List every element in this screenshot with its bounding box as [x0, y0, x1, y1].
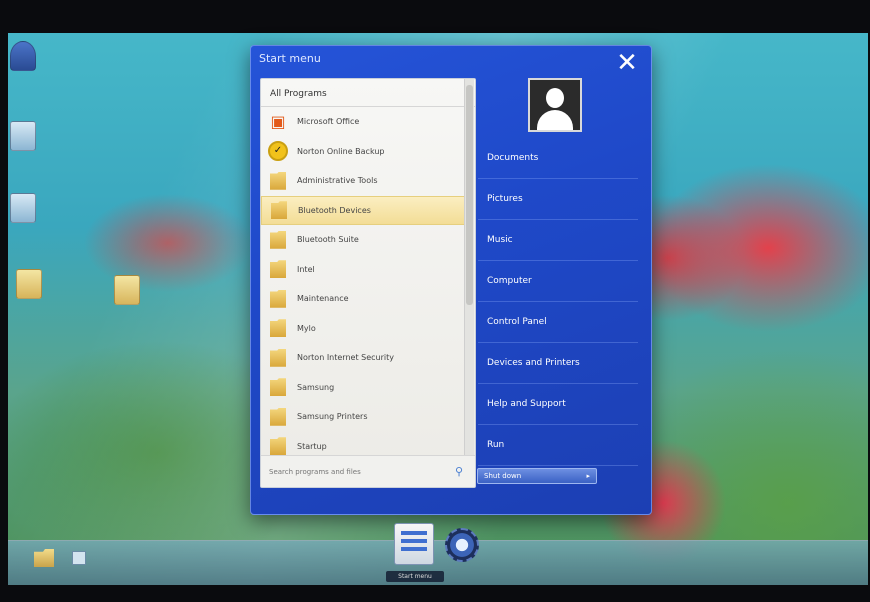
desktop-icon-recovery[interactable] — [8, 193, 58, 227]
search-box: ⚲ — [261, 455, 475, 487]
norton-shape: ✓ — [268, 141, 288, 162]
program-label: Microsoft Office — [297, 117, 360, 127]
program-item[interactable]: Intel — [261, 255, 465, 285]
program-label: Administrative Tools — [297, 176, 378, 186]
program-label: Bluetooth Suite — [297, 235, 359, 245]
folder-icon — [267, 229, 289, 251]
programs-list: ▣ Microsoft Office ✓ Norton Online Backup Ad… — [261, 107, 465, 461]
all-programs-header[interactable]: All Programs — [261, 79, 475, 107]
folder-icon — [268, 199, 290, 221]
search-input[interactable] — [269, 467, 455, 476]
office-shape: ▣ — [270, 112, 286, 132]
program-item[interactable]: Administrative Tools — [261, 166, 465, 196]
folder-icon — [267, 258, 289, 280]
program-label: Samsung — [297, 382, 335, 392]
shutdown-label: Shut down — [484, 472, 522, 480]
start-menu: Start menu ✕ All Programs ▣ Microsoft Off… — [250, 45, 652, 515]
program-label: Startup — [297, 441, 327, 451]
program-label: Bluetooth Devices — [298, 205, 371, 215]
start-menu-title: Start menu — [259, 52, 321, 65]
desktop-icon-folder-1[interactable] — [8, 269, 64, 303]
program-item[interactable]: Bluetooth Devices — [261, 195, 465, 225]
norton-icon: ✓ — [267, 140, 289, 162]
folder-shape — [270, 171, 286, 190]
folder-icon — [267, 170, 289, 192]
program-label: Norton Internet Security — [297, 353, 394, 363]
start-menu-button[interactable] — [394, 523, 434, 565]
folder-icon — [16, 269, 42, 299]
folder-shape — [270, 348, 286, 367]
office-icon: ▣ — [267, 111, 289, 133]
folder-icon — [267, 435, 289, 457]
taskbar: Start menu — [8, 523, 868, 585]
program-item[interactable]: Norton Internet Security — [261, 343, 465, 373]
start-link-devices-and-printers[interactable]: Devices and Printers — [478, 343, 638, 384]
user-icon — [10, 41, 36, 71]
start-links: Documents Pictures Music Computer Control Pa… — [478, 138, 638, 466]
folder-shape — [270, 319, 286, 338]
program-item[interactable]: Mylo — [261, 314, 465, 344]
program-label: Maintenance — [297, 294, 349, 304]
program-item[interactable]: ▣ Microsoft Office — [261, 107, 465, 137]
folder-shape — [270, 289, 286, 308]
close-button[interactable]: ✕ — [615, 50, 639, 76]
shutdown-button[interactable]: Shut down ▸ — [477, 468, 597, 484]
start-link-documents[interactable]: Documents — [478, 138, 638, 179]
settings-gear-icon[interactable] — [445, 528, 479, 562]
user-avatar[interactable] — [528, 78, 582, 132]
start-menu-bar — [401, 531, 427, 535]
start-link-pictures[interactable]: Pictures — [478, 179, 638, 220]
program-item[interactable]: Bluetooth Suite — [261, 225, 465, 255]
programs-panel: All Programs ▣ Microsoft Office ✓ Norton On… — [260, 78, 476, 488]
folder-shape — [271, 201, 287, 220]
folder-icon — [114, 275, 140, 305]
folder-icon — [267, 317, 289, 339]
shutdown-arrow-icon[interactable]: ▸ — [586, 472, 590, 480]
folder-icon — [267, 406, 289, 428]
desktop-icon-manage[interactable] — [8, 121, 58, 155]
start-link-music[interactable]: Music — [478, 220, 638, 261]
programs-scrollbar[interactable] — [464, 79, 474, 487]
folder-shape — [270, 437, 286, 456]
search-icon[interactable]: ⚲ — [455, 465, 467, 478]
folder-shape — [270, 407, 286, 426]
program-label: Intel — [297, 264, 315, 274]
folder-shape — [270, 230, 286, 249]
folder-icon — [267, 347, 289, 369]
taskbar-folder-icon[interactable] — [34, 549, 54, 567]
start-menu-bar — [401, 539, 427, 543]
desktop-icon-folder-2[interactable] — [92, 275, 162, 309]
avatar-body — [537, 110, 573, 130]
scrollbar-thumb[interactable] — [466, 85, 473, 305]
start-link-control-panel[interactable]: Control Panel — [478, 302, 638, 343]
program-label: Norton Online Backup — [297, 146, 385, 156]
folder-shape — [270, 378, 286, 397]
program-item[interactable]: Samsung Printers — [261, 402, 465, 432]
program-label: Samsung Printers — [297, 412, 368, 422]
program-label: Mylo — [297, 323, 316, 333]
program-item[interactable]: ✓ Norton Online Backup — [261, 137, 465, 167]
start-menu-tooltip: Start menu — [386, 571, 444, 582]
start-menu-bar — [401, 547, 427, 551]
folder-shape — [270, 260, 286, 279]
folder-icon — [267, 376, 289, 398]
avatar-head — [546, 88, 564, 108]
recovery-icon — [10, 193, 36, 223]
desktop-icon-user[interactable] — [8, 41, 58, 75]
start-link-computer[interactable]: Computer — [478, 261, 638, 302]
program-item[interactable]: Samsung — [261, 373, 465, 403]
program-item[interactable]: Maintenance — [261, 284, 465, 314]
start-link-help-and-support[interactable]: Help and Support — [478, 384, 638, 425]
start-link-run[interactable]: Run — [478, 425, 638, 466]
computer-icon — [10, 121, 36, 151]
folder-icon — [267, 288, 289, 310]
taskbar-app-icon[interactable] — [72, 551, 86, 565]
